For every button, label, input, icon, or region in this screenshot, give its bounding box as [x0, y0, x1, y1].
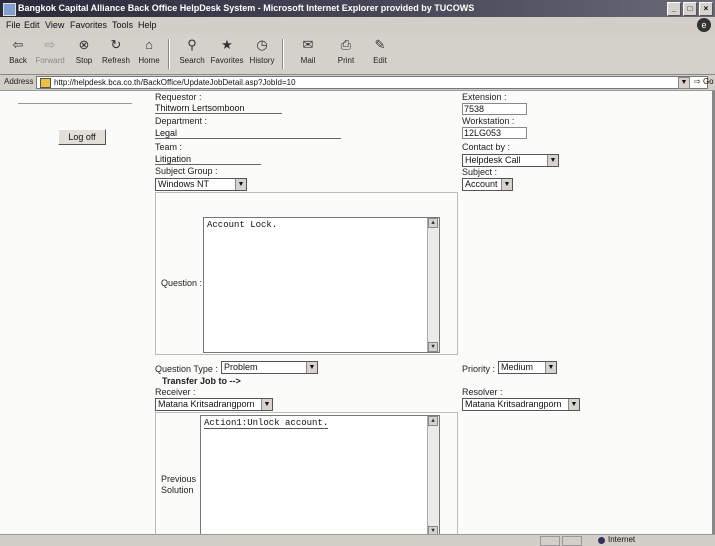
forward-arrow-icon: ⇨	[44, 37, 56, 52]
question-label: Question :	[161, 278, 203, 288]
address-input[interactable]: http://helpdesk.bca.co.th/BackOffice/Upd…	[36, 76, 708, 89]
subject-group-label: Subject Group :	[155, 166, 218, 176]
address-bar: Address http://helpdesk.bca.co.th/BackOf…	[0, 75, 715, 91]
transfer-job-heading: Transfer Job to -->	[162, 376, 241, 386]
print-icon: ⎙	[340, 37, 352, 52]
log-off-button[interactable]: Log off	[58, 129, 106, 145]
search-icon: ⚲	[187, 37, 197, 52]
subject-label: Subject :	[462, 167, 498, 177]
requestor-value: Thitworn Lertsomboon	[155, 103, 282, 114]
favorites-button[interactable]: ★ Favorites	[209, 37, 245, 65]
ie-app-icon	[3, 3, 16, 16]
extension-label: Extension :	[462, 92, 507, 102]
history-icon: ◷	[256, 37, 268, 52]
chevron-down-icon: ▼	[545, 362, 556, 373]
priority-select[interactable]: Medium ▼	[498, 361, 557, 374]
menu-help[interactable]: Help	[138, 20, 157, 30]
chevron-down-icon: ▼	[501, 179, 512, 190]
zone-label: Internet	[608, 535, 636, 544]
stop-button[interactable]: ⊗ Stop	[66, 37, 102, 65]
forward-button[interactable]: ⇨ Forward	[32, 37, 68, 65]
contact-by-select[interactable]: Helpdesk Call ▼	[462, 154, 559, 167]
edit-button[interactable]: ✎ Edit	[362, 37, 398, 65]
workstation-label: Workstation :	[462, 116, 515, 126]
status-bar: Internet	[0, 534, 715, 546]
resolver-label: Resolver :	[462, 387, 503, 397]
favorites-icon: ★	[221, 37, 233, 52]
menu-edit[interactable]: Edit	[24, 20, 40, 30]
chevron-down-icon: ▼	[261, 399, 272, 410]
toolbar: ⇦ Back ⇨ Forward ⊗ Stop ↻ Refresh ⌂ Home ⚲ Sea…	[0, 34, 715, 75]
mail-button[interactable]: ✉ Mail	[290, 37, 326, 65]
department-label: Department :	[155, 116, 208, 126]
menu-tools[interactable]: Tools	[112, 20, 133, 30]
previous-solution-label: Previous Solution	[161, 474, 197, 495]
menu-view[interactable]: View	[45, 20, 64, 30]
team-value: Litigation	[155, 154, 261, 165]
menu-file[interactable]: File	[6, 20, 21, 30]
home-button[interactable]: ⌂ Home	[131, 37, 167, 65]
solution-scrollbar[interactable]: ▲ ▼	[427, 416, 439, 534]
scroll-up-icon[interactable]: ▲	[428, 416, 438, 426]
chevron-down-icon: ▼	[306, 362, 317, 373]
previous-solution-textarea[interactable]: Action1:Unlock account. ▲ ▼	[200, 415, 440, 534]
back-arrow-icon: ⇦	[12, 37, 24, 52]
edit-icon: ✎	[374, 37, 386, 52]
subject-group-select[interactable]: Windows NT ▼	[155, 178, 247, 191]
requestor-label: Requestor :	[155, 92, 202, 102]
subject-select[interactable]: Account ▼	[462, 178, 513, 191]
resolver-select[interactable]: Matana Kritsadrangporn ▼	[462, 398, 580, 411]
page-icon	[40, 77, 51, 88]
maximize-button[interactable]: □	[683, 2, 697, 16]
question-scrollbar[interactable]: ▲ ▼	[427, 218, 439, 352]
workstation-input[interactable]: 12LG053	[462, 127, 527, 139]
stop-icon: ⊗	[78, 37, 90, 52]
team-label: Team :	[155, 142, 183, 152]
question-type-select[interactable]: Problem ▼	[221, 361, 318, 374]
go-button[interactable]: ⇨ Go	[694, 77, 714, 86]
search-button[interactable]: ⚲ Search	[174, 37, 210, 65]
page-content: Log off Requestor : Thitworn Lertsomboon…	[0, 91, 712, 534]
receiver-select[interactable]: Matana Kritsadrangporn ▼	[155, 398, 273, 411]
window-controls: _ □ ×	[667, 2, 713, 16]
department-value: Legal	[155, 128, 341, 139]
extension-input[interactable]: 7538	[462, 103, 527, 115]
mail-icon: ✉	[302, 37, 314, 52]
menu-bar: File Edit View Favorites Tools Help e	[0, 17, 715, 35]
address-label: Address	[4, 77, 34, 86]
print-button[interactable]: ⎙ Print	[328, 37, 364, 65]
scroll-up-icon[interactable]: ▲	[428, 218, 438, 228]
ie-throbber-icon: e	[697, 18, 711, 32]
title-bar: Bangkok Capital Alliance Back Office Hel…	[0, 0, 715, 17]
chevron-down-icon: ▼	[547, 155, 558, 166]
back-button[interactable]: ⇦ Back	[0, 37, 36, 65]
scroll-down-icon[interactable]: ▼	[428, 526, 438, 534]
refresh-button[interactable]: ↻ Refresh	[98, 37, 134, 65]
question-textarea[interactable]: Account Lock. ▲ ▼	[203, 217, 440, 353]
window-title: Bangkok Capital Alliance Back Office Hel…	[18, 3, 475, 13]
address-dropdown-button[interactable]: ▼	[678, 77, 690, 89]
chevron-down-icon: ▼	[568, 399, 579, 410]
priority-label: Priority :	[462, 364, 496, 374]
minimize-button[interactable]: _	[667, 2, 681, 16]
close-button[interactable]: ×	[699, 2, 713, 16]
question-type-label: Question Type :	[155, 364, 218, 374]
contact-by-label: Contact by :	[462, 142, 511, 152]
refresh-icon: ↻	[110, 37, 122, 52]
history-button[interactable]: ◷ History	[244, 37, 280, 65]
receiver-label: Receiver :	[155, 387, 196, 397]
sidebar-divider	[18, 103, 132, 104]
scroll-down-icon[interactable]: ▼	[428, 342, 438, 352]
menu-favorites[interactable]: Favorites	[70, 20, 107, 30]
globe-icon	[598, 537, 605, 544]
chevron-down-icon: ▼	[235, 179, 246, 190]
home-icon: ⌂	[145, 37, 153, 52]
